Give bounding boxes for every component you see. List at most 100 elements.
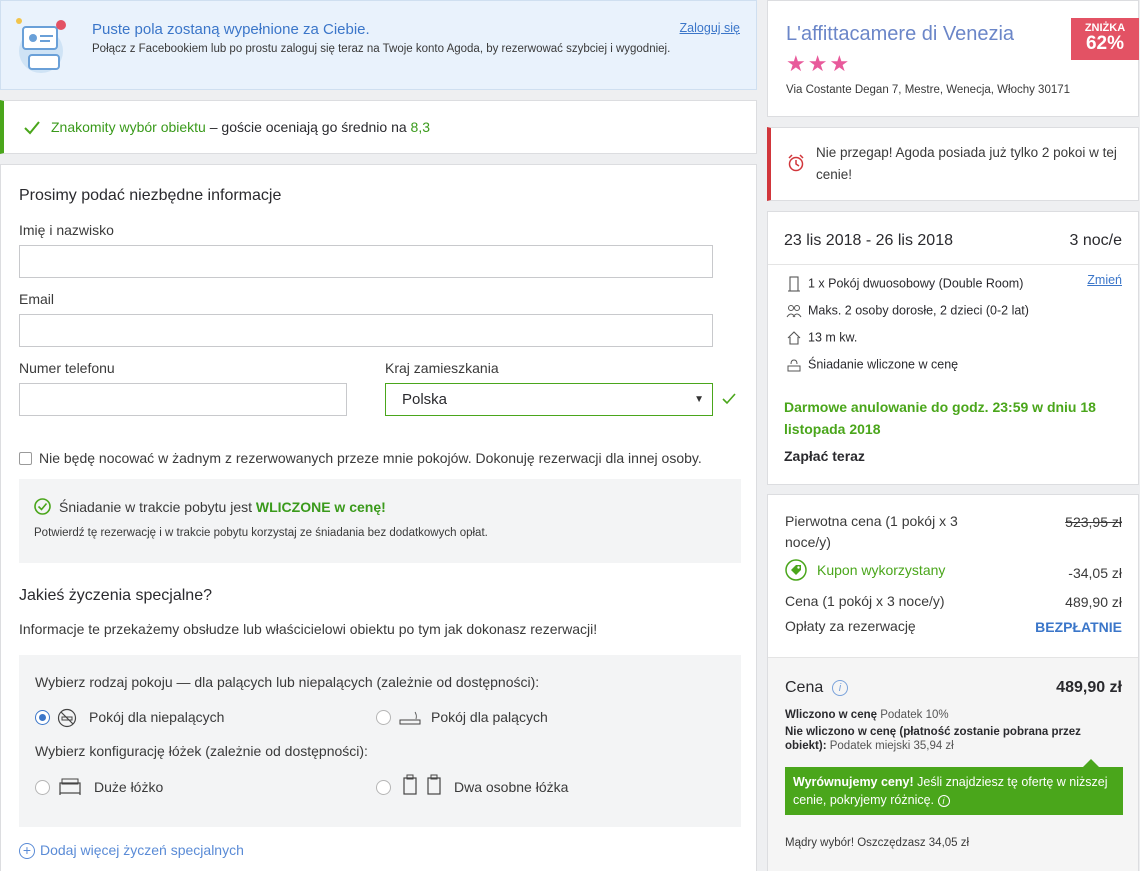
non-smoking-label: Pokój dla niepalących xyxy=(89,709,225,725)
login-banner-title: Puste pola zostaną wypełnione za Ciebie. xyxy=(92,21,370,38)
hotel-summary: L'affittacamere di Venezia ★★★ Via Costa… xyxy=(767,0,1139,117)
facebook-illustration-icon xyxy=(16,18,66,73)
tax-not-included-detail: Podatek miejski 35,94 zł xyxy=(826,740,954,752)
special-requests-heading: Jakieś życzenia specjalne? xyxy=(19,587,212,604)
room-row: 1 x Pokój dwuosobowy (Double Room) xyxy=(786,276,1023,292)
add-circle-icon[interactable]: + xyxy=(19,843,35,859)
no-smoking-icon xyxy=(57,708,77,728)
good-choice-text: Znakomity wybór obiektu – goście oceniaj… xyxy=(51,119,430,135)
twin-beds-radio[interactable] xyxy=(376,780,391,795)
occupancy: Maks. 2 osoby dorosłe, 2 dzieci (0-2 lat… xyxy=(808,303,1029,318)
room-type: 1 x Pokój dwuosobowy (Double Room) xyxy=(808,276,1024,291)
price-match-title: Wyrównujemy ceny! xyxy=(793,775,914,789)
smoking-radio[interactable] xyxy=(376,710,391,725)
twin-beds-icon xyxy=(403,774,441,795)
good-choice-highlight: Znakomity wybór obiektu xyxy=(51,119,206,135)
coupon-value: -34,05 zł xyxy=(1068,565,1122,581)
not-staying-checkbox[interactable] xyxy=(19,452,32,465)
change-room-link[interactable]: Zmień xyxy=(1087,273,1122,287)
room-size: 13 m kw. xyxy=(808,330,858,345)
price-breakdown: Pierwotna cena (1 pokój x 3 noce/y) 523,… xyxy=(767,494,1139,871)
house-icon xyxy=(787,331,801,345)
good-choice-banner: Znakomity wybór obiektu – goście oceniaj… xyxy=(0,100,757,154)
smoking-label: Pokój dla palących xyxy=(431,709,548,725)
email-label: Email xyxy=(19,291,55,307)
twin-beds-label: Dwa osobne łóżka xyxy=(454,779,569,795)
large-bed-label: Duże łóżko xyxy=(94,779,164,795)
country-select-value: Polska xyxy=(402,391,448,408)
price-label: Cena (1 pokój x 3 noce/y) xyxy=(785,593,945,609)
stay-dates: 23 lis 2018 - 26 lis 2018 xyxy=(784,232,953,249)
dropdown-arrow-icon: ▼ xyxy=(694,394,704,405)
breakfast-subtitle: Potwierdź tę rezerwację i w trakcie poby… xyxy=(34,527,488,539)
tax-not-included: Nie wliczono w cenę (płatność zostanie p… xyxy=(785,725,1105,753)
discount-badge-value: 62% xyxy=(1085,33,1125,54)
double-bed-icon xyxy=(59,778,81,795)
price-value: 489,90 zł xyxy=(1065,594,1122,610)
total-section: Cena i 489,90 zł Wliczono w cenę Podatek… xyxy=(768,657,1138,871)
cigarette-icon xyxy=(399,711,421,725)
info-icon[interactable]: i xyxy=(832,680,848,696)
price-match-banner: Wyrównujemy ceny! Jeśli znajdziesz tę of… xyxy=(785,759,1123,815)
pay-now-label: Zapłać teraz xyxy=(784,448,865,464)
fees-value: BEZPŁATNIE xyxy=(1035,619,1122,635)
country-select[interactable]: Polska ▼ xyxy=(385,383,713,416)
breakfast-title-prefix: Śniadanie w trakcie pobytu jest xyxy=(59,499,256,515)
discount-badge: ZNIŻKA 62% xyxy=(1071,18,1139,60)
alarm-clock-icon xyxy=(788,154,804,172)
price-match-info-icon[interactable]: i xyxy=(937,795,950,807)
valid-checkmark-icon xyxy=(722,393,736,405)
availability-alert-text: Nie przegap! Agoda posiada już tylko 2 p… xyxy=(816,145,1117,182)
breakfast-title-highlight: WLICZONE w cenę! xyxy=(255,499,386,515)
bed-configuration-label: Wybierz konfigurację łóżek (zależnie od … xyxy=(35,743,368,759)
phone-input[interactable] xyxy=(19,383,347,416)
name-input[interactable] xyxy=(19,245,713,278)
stay-nights: 3 noc/e xyxy=(1069,232,1122,249)
hotel-address: Via Costante Degan 7, Mestre, Wenecja, W… xyxy=(786,84,1071,96)
large-bed-radio[interactable] xyxy=(35,780,50,795)
divider xyxy=(768,264,1138,265)
coupon-label: Kupon wykorzystany xyxy=(817,562,946,578)
checkmark-icon xyxy=(24,121,40,135)
smoking-preference-label: Wybierz rodzaj pokoju — dla palących lub… xyxy=(35,674,540,690)
fees-label: Opłaty za rezerwację xyxy=(785,618,916,634)
tax-included-detail: Podatek 10% xyxy=(877,709,949,721)
door-icon xyxy=(788,276,800,292)
star-rating: ★★★ xyxy=(786,51,852,76)
email-input[interactable] xyxy=(19,314,713,347)
hotel-name: L'affittacamere di Venezia xyxy=(786,23,1015,45)
good-choice-rest: – goście oceniają go średnio na xyxy=(205,119,411,135)
login-banner: Puste pola zostaną wypełnione za Ciebie.… xyxy=(0,0,757,90)
occupancy-row: Maks. 2 osoby dorosłe, 2 dzieci (0-2 lat… xyxy=(786,303,1029,319)
booking-details: 23 lis 2018 - 26 lis 2018 3 noc/e Zmień … xyxy=(767,211,1139,485)
non-smoking-radio[interactable] xyxy=(35,710,50,725)
name-label: Imię i nazwisko xyxy=(19,222,114,238)
country-label: Kraj zamieszkania xyxy=(385,360,499,376)
total-value: 489,90 zł xyxy=(1056,679,1122,696)
rating-score: 8,3 xyxy=(410,119,431,135)
size-row: 13 m kw. xyxy=(786,330,857,346)
total-label: Cena xyxy=(785,679,824,696)
guests-icon xyxy=(786,305,802,318)
original-price-label: Pierwotna cena (1 pokój x 3 noce/y) xyxy=(785,513,958,550)
special-requests-info: Informacje te przekażemy obsłudze lub wł… xyxy=(19,621,598,637)
check-circle-icon xyxy=(34,498,51,515)
coupon-tag-icon xyxy=(785,559,807,581)
guest-details-form: Prosimy podać niezbędne informacje Imię … xyxy=(0,164,757,871)
savings-note: Mądry wybór! Oszczędzasz 34,05 zł xyxy=(785,837,970,849)
original-price-value: 523,95 zł xyxy=(1065,514,1122,530)
breakfast-title: Śniadanie w trakcie pobytu jest WLICZONE… xyxy=(59,499,386,515)
add-more-requests-link[interactable]: Dodaj więcej życzeń specjalnych xyxy=(40,842,244,858)
not-staying-label: Nie będę nocować w żadnym z rezerwowanyc… xyxy=(39,450,702,466)
phone-label: Numer telefonu xyxy=(19,360,115,376)
special-requests-box: Wybierz rodzaj pokoju — dla palących lub… xyxy=(19,655,741,827)
tax-included-label: Wliczono w cenę xyxy=(785,709,878,721)
breakfast-info-box: Śniadanie w trakcie pobytu jest WLICZONE… xyxy=(19,479,741,563)
breakfast-row: Śniadanie wliczone w cenę xyxy=(786,357,958,373)
form-heading: Prosimy podać niezbędne informacje xyxy=(19,187,282,204)
breakfast-included: Śniadanie wliczone w cenę xyxy=(808,357,959,372)
tax-included: Wliczono w cenę Podatek 10% xyxy=(785,708,1105,722)
login-link[interactable]: Zaloguj się xyxy=(680,21,740,35)
availability-alert: Nie przegap! Agoda posiada już tylko 2 p… xyxy=(767,127,1139,201)
login-banner-description: Połącz z Facebookiem lub po prostu zalog… xyxy=(92,43,671,55)
